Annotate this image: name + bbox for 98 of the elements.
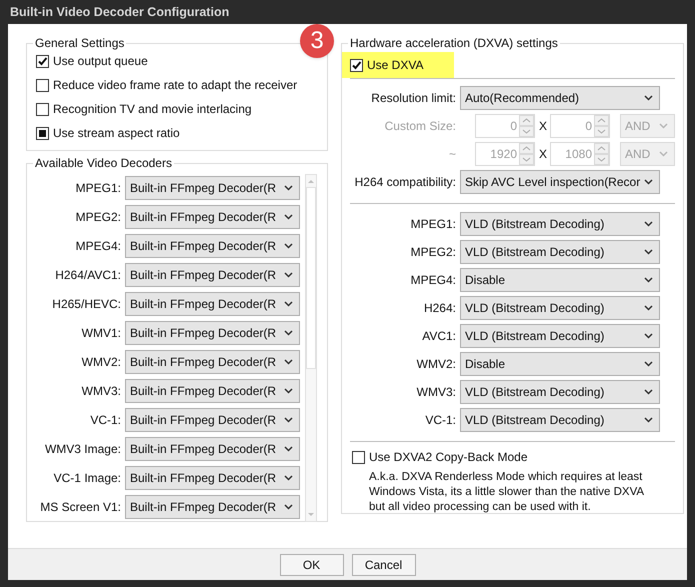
- dropdown[interactable]: VLD (Bitstream Decoding): [460, 296, 660, 320]
- caret-icon: [644, 389, 653, 395]
- checkbox[interactable]: [352, 450, 365, 464]
- decoder-label: WMV3 Image:: [44, 441, 121, 458]
- option-label: Use DXVA: [367, 57, 424, 74]
- dropdown[interactable]: VLD (Bitstream Decoding): [460, 212, 660, 236]
- caret-icon: [284, 243, 293, 249]
- caret-icon: [284, 359, 293, 365]
- codec-label: WMV2:: [416, 356, 456, 373]
- field-label: ~: [448, 146, 456, 163]
- checkbox[interactable]: [36, 126, 49, 140]
- step-badge: 3: [300, 24, 334, 58]
- dropdown[interactable]: Built-in FFmpeg Decoder(R: [125, 292, 300, 316]
- codec-label: MPEG4:: [410, 272, 456, 289]
- option-label: Use output queue: [53, 53, 148, 70]
- dropdown[interactable]: Built-in FFmpeg Decoder(R: [125, 263, 300, 287]
- field-label: H264 compatibility:: [354, 174, 456, 191]
- group-title: Available Video Decoders: [34, 155, 173, 172]
- option-label: Reduce video frame rate to adapt the receiver: [53, 77, 298, 94]
- decoder-label: H264/AVC1:: [54, 267, 121, 284]
- option-label: Use DXVA2 Copy-Back Mode: [369, 449, 528, 466]
- codec-label: MPEG2:: [410, 244, 456, 261]
- field-label: Custom Size:: [384, 118, 456, 135]
- dropdown[interactable]: Built-in FFmpeg Decoder(R: [125, 234, 300, 258]
- codec-label: WMV3:: [416, 384, 456, 401]
- dropdown[interactable]: Built-in FFmpeg Decoder(R: [125, 205, 300, 229]
- spinner-arrows-icon[interactable]: [519, 143, 534, 165]
- dropdown[interactable]: VLD (Bitstream Decoding): [460, 240, 660, 264]
- decoder-label: WMV2:: [80, 354, 121, 371]
- field-label: Resolution limit:: [370, 90, 456, 107]
- dropdown[interactable]: Built-in FFmpeg Decoder(R: [125, 321, 300, 345]
- caret-icon: [644, 361, 653, 367]
- dropdown[interactable]: Built-in FFmpeg Decoder(R: [125, 466, 300, 490]
- option-label: Recognition TV and movie interlacing: [53, 101, 252, 118]
- dialog-button[interactable]: Cancel: [352, 554, 416, 576]
- dropdown[interactable]: Disable: [460, 352, 660, 376]
- decoder-label: MPEG2:: [74, 209, 121, 226]
- dropdown[interactable]: Skip AVC Level inspection(Recor: [460, 170, 660, 194]
- decoder-label: MPEG4:: [74, 238, 121, 255]
- times-sign: X: [539, 118, 546, 135]
- dropdown[interactable]: Built-in FFmpeg Decoder(R: [125, 437, 300, 461]
- dropdown[interactable]: Built-in FFmpeg Decoder(R: [125, 379, 300, 403]
- caret-icon: [284, 330, 293, 336]
- spinner-arrows-icon[interactable]: [594, 143, 609, 165]
- caret-icon: [284, 388, 293, 394]
- group-title: Hardware acceleration (DXVA) settings: [349, 35, 559, 52]
- caret-icon: [659, 151, 668, 157]
- codec-label: MPEG1:: [410, 216, 456, 233]
- dropdown[interactable]: Disable: [460, 268, 660, 292]
- decoder-label: VC-1:: [89, 412, 121, 429]
- caret-icon: [284, 301, 293, 307]
- caret-icon: [284, 185, 293, 191]
- decoder-label: WMV1:: [80, 325, 121, 342]
- caret-icon: [644, 333, 653, 339]
- caret-icon: [284, 214, 293, 220]
- decoder-label: VC-1 Image:: [52, 470, 121, 487]
- codec-label: AVC1:: [421, 328, 456, 345]
- window-title: Built-in Video Decoder Configuration: [9, 4, 230, 21]
- decoder-label: H265/HEVC:: [51, 296, 121, 313]
- caret-icon: [644, 95, 653, 101]
- decoder-label: MPEG1:: [74, 180, 121, 197]
- description-text: A.k.a. DXVA Renderless Mode which requires at least Windows Vista, its a little slower than the native DXVA but all video processing can be used with it.: [368, 470, 645, 515]
- spinner-arrows-icon[interactable]: [594, 115, 609, 137]
- caret-icon: [644, 277, 653, 283]
- checkbox[interactable]: [36, 78, 49, 92]
- times-sign: X: [539, 146, 546, 163]
- caret-icon: [644, 305, 653, 311]
- caret-icon: [644, 179, 653, 185]
- checkbox[interactable]: [36, 54, 49, 68]
- dialog-button[interactable]: OK: [280, 554, 344, 576]
- option-label: Use stream aspect ratio: [53, 125, 180, 142]
- caret-icon: [284, 475, 293, 481]
- caret-icon: [659, 123, 668, 129]
- spinner-arrows-icon[interactable]: [519, 115, 534, 137]
- dropdown[interactable]: VLD (Bitstream Decoding): [460, 324, 660, 348]
- caret-icon: [284, 446, 293, 452]
- dropdown[interactable]: Built-in FFmpeg Decoder(R: [125, 495, 300, 519]
- caret-icon: [644, 221, 653, 227]
- dropdown[interactable]: Built-in FFmpeg Decoder(R: [125, 408, 300, 432]
- checkbox[interactable]: [36, 102, 49, 116]
- codec-label: H264:: [422, 300, 456, 317]
- dropdown[interactable]: Built-in FFmpeg Decoder(R: [125, 350, 300, 374]
- caret-icon: [284, 504, 293, 510]
- caret-icon: [644, 417, 653, 423]
- checkbox[interactable]: [350, 58, 363, 72]
- group-title: General Settings: [34, 35, 126, 52]
- decoder-label: WMV3:: [80, 383, 121, 400]
- dropdown[interactable]: VLD (Bitstream Decoding): [460, 380, 660, 404]
- scroll-thumb[interactable]: [306, 187, 316, 369]
- caret-icon: [644, 249, 653, 255]
- decoder-label: MS Screen V1:: [39, 499, 121, 516]
- dropdown[interactable]: Built-in FFmpeg Decoder(R: [125, 176, 300, 200]
- dropdown[interactable]: VLD (Bitstream Decoding): [460, 408, 660, 432]
- scrollbar[interactable]: [305, 174, 317, 522]
- dropdown[interactable]: Auto(Recommended): [460, 86, 660, 110]
- caret-icon: [284, 272, 293, 278]
- caret-icon: [284, 417, 293, 423]
- codec-label: VC-1:: [424, 412, 456, 429]
